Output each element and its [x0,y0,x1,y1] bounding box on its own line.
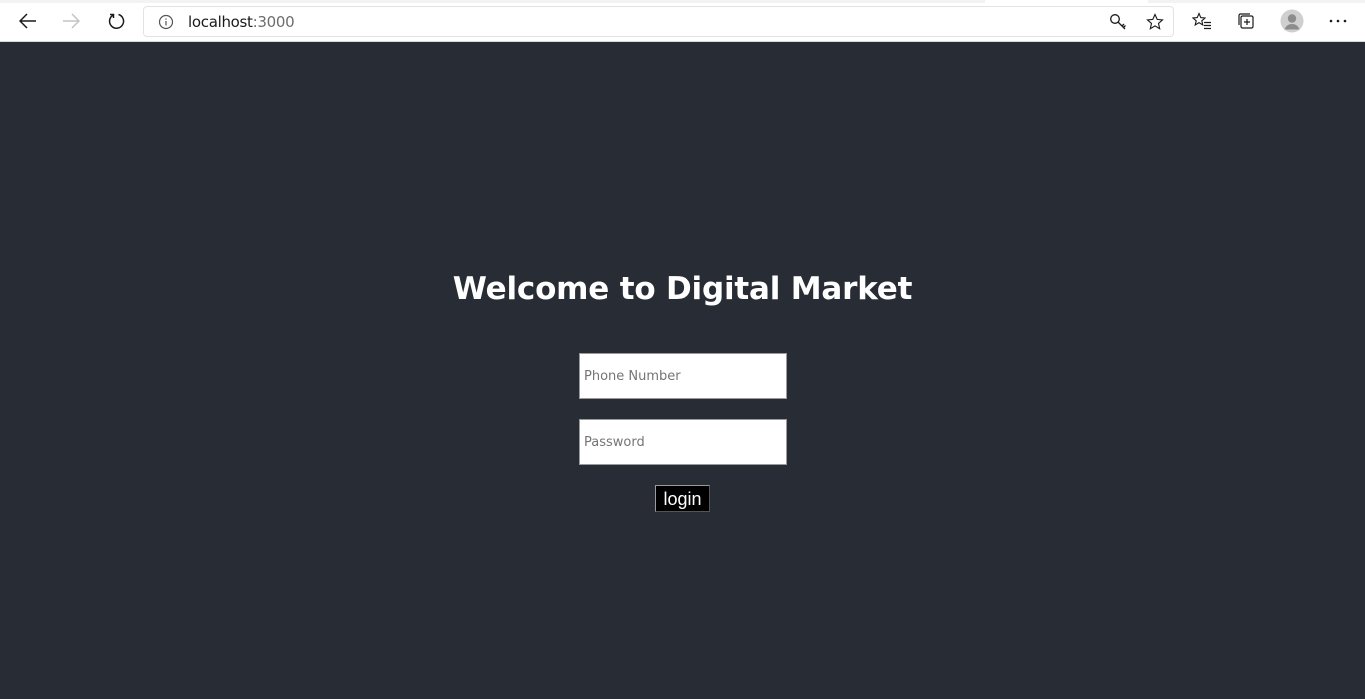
refresh-icon [108,13,125,29]
info-icon[interactable] [158,14,174,30]
browser-toolbar: localhost:3000 [0,0,1365,42]
profile-button[interactable] [1276,5,1308,37]
favorites-icon [1192,12,1211,30]
collections-button[interactable] [1230,5,1262,37]
favorites-button[interactable] [1186,5,1218,37]
page-title: Welcome to Digital Market [452,271,913,307]
address-text[interactable]: localhost:3000 [188,13,295,31]
refresh-button[interactable] [100,5,132,37]
address-bar[interactable]: localhost:3000 [143,6,1174,37]
tab-strip-edge [0,0,1365,3]
back-button[interactable] [12,5,44,37]
address-host: localhost [188,13,253,31]
collections-icon [1238,13,1254,29]
more-dots-icon [1329,19,1347,23]
forward-button[interactable] [55,5,87,37]
page-content: Welcome to Digital Market login [0,43,1365,699]
login-button[interactable]: login [655,485,710,512]
password-input[interactable] [579,419,787,465]
star-icon[interactable] [1146,13,1164,31]
address-port: :3000 [252,13,295,31]
more-button[interactable] [1322,5,1354,37]
forward-arrow-icon [63,13,80,29]
back-arrow-icon [19,13,36,29]
profile-avatar-icon [1280,9,1304,33]
key-icon[interactable] [1109,13,1127,31]
phone-number-input[interactable] [579,353,787,399]
